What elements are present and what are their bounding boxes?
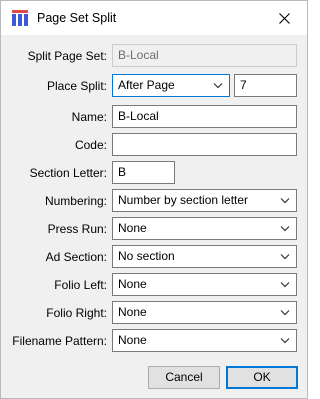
ad-section-value: No section [118,249,175,263]
close-button[interactable] [261,1,307,35]
ad-section-label: Ad Section: [45,250,107,264]
close-icon [278,12,290,24]
filename-pattern-label: Filename Pattern: [12,334,107,348]
split-page-number-input[interactable]: 7 [234,74,297,97]
place-split-label: Place Split: [46,79,107,93]
chevron-down-icon [280,226,290,232]
ok-button[interactable]: OK [226,366,298,389]
chevron-down-icon [280,338,290,344]
split-page-set-label: Split Page Set: [27,49,107,63]
page-set-split-dialog: Page Set Split Split Page Set: B-Local P… [0,0,308,399]
title-bar: Page Set Split [1,1,307,35]
name-input[interactable]: B-Local [112,105,297,128]
chevron-down-icon [280,310,290,316]
chevron-down-icon [280,282,290,288]
folio-right-select[interactable]: None [112,301,297,324]
window-title: Page Set Split [37,11,117,25]
press-run-label: Press Run: [47,222,107,236]
split-page-set-field: B-Local [112,44,297,67]
press-run-value: None [118,221,147,235]
name-label: Name: [71,110,107,124]
ad-section-select[interactable]: No section [112,245,297,268]
filename-pattern-value: None [118,333,147,347]
filename-pattern-select[interactable]: None [112,329,297,352]
section-letter-input[interactable]: B [112,161,175,184]
folio-left-select[interactable]: None [112,273,297,296]
place-split-select[interactable]: After Page [112,74,230,97]
chevron-down-icon [280,198,290,204]
code-label: Code: [74,138,107,152]
folio-right-value: None [118,305,147,319]
app-grid-icon [12,10,28,26]
chevron-down-icon [280,254,290,260]
section-letter-label: Section Letter: [29,166,107,180]
numbering-value: Number by section letter [118,193,249,207]
cancel-button[interactable]: Cancel [148,366,220,389]
folio-left-value: None [118,277,147,291]
press-run-select[interactable]: None [112,217,297,240]
numbering-select[interactable]: Number by section letter [112,189,297,212]
folio-right-label: Folio Right: [46,306,107,320]
folio-left-label: Folio Left: [54,278,107,292]
code-input[interactable] [112,133,297,156]
place-split-value: After Page [118,78,175,92]
chevron-down-icon [213,83,223,89]
numbering-label: Numbering: [44,194,107,208]
